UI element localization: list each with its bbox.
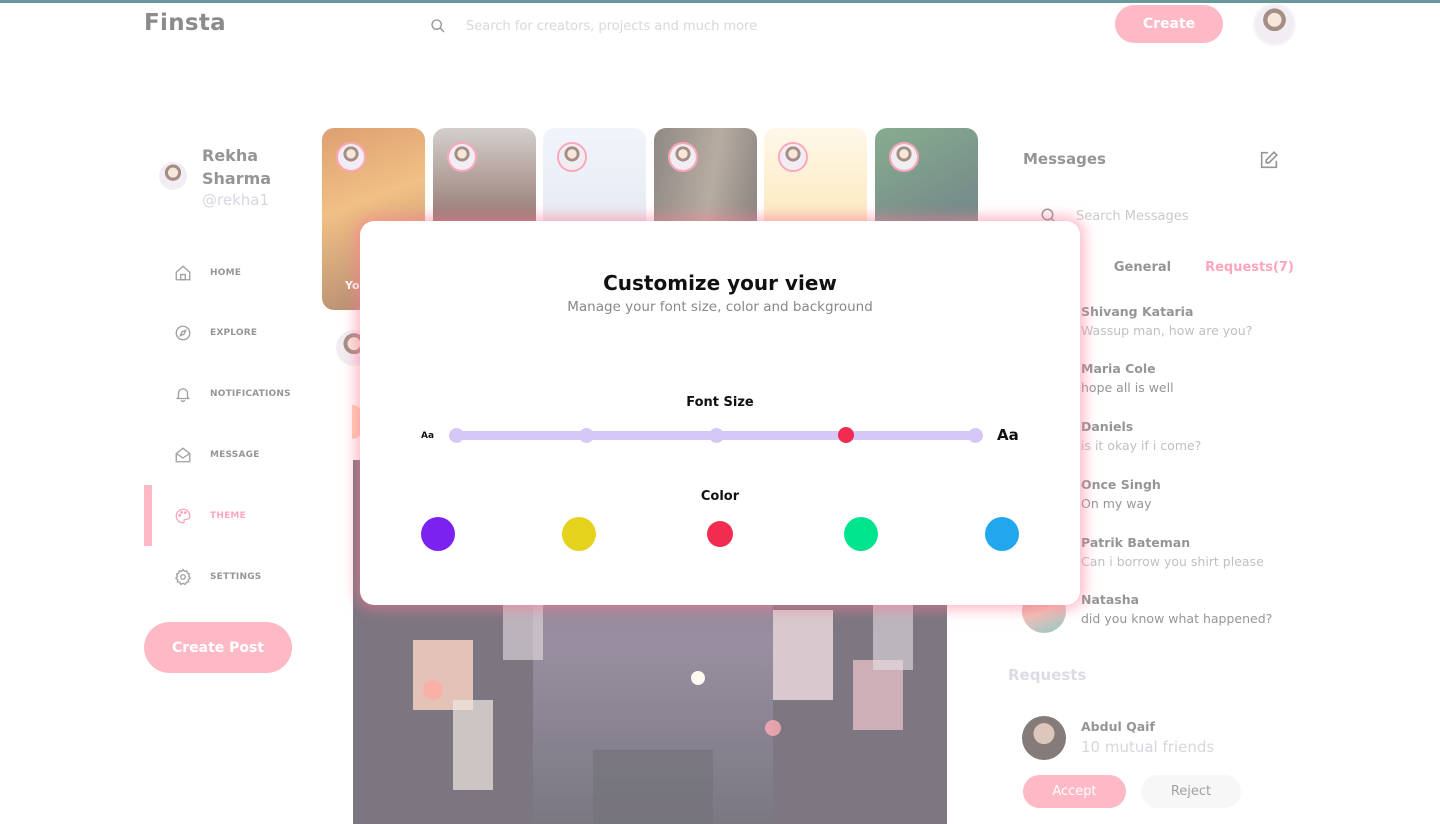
font-size-large-indicator: Aa	[997, 426, 1019, 444]
color-swatch[interactable]	[844, 517, 878, 551]
color-label: Color	[700, 489, 740, 504]
modal-subtitle: Manage your font size, color and backgro…	[567, 299, 873, 315]
modal-title: Customize your view	[603, 271, 837, 295]
color-swatch-selected[interactable]	[707, 521, 733, 547]
font-size-step[interactable]	[449, 428, 464, 443]
customize-modal: Customize your view Manage your font siz…	[360, 221, 1080, 605]
font-size-small-indicator: Aa	[421, 431, 435, 441]
color-swatch[interactable]	[562, 517, 596, 551]
font-size-step-selected[interactable]	[837, 427, 854, 443]
font-size-label: Font Size	[686, 395, 754, 410]
color-swatch[interactable]	[985, 517, 1019, 551]
color-swatch[interactable]	[421, 517, 455, 551]
font-size-step[interactable]	[708, 428, 724, 443]
font-size-step[interactable]	[968, 428, 983, 443]
font-size-step[interactable]	[578, 428, 594, 443]
